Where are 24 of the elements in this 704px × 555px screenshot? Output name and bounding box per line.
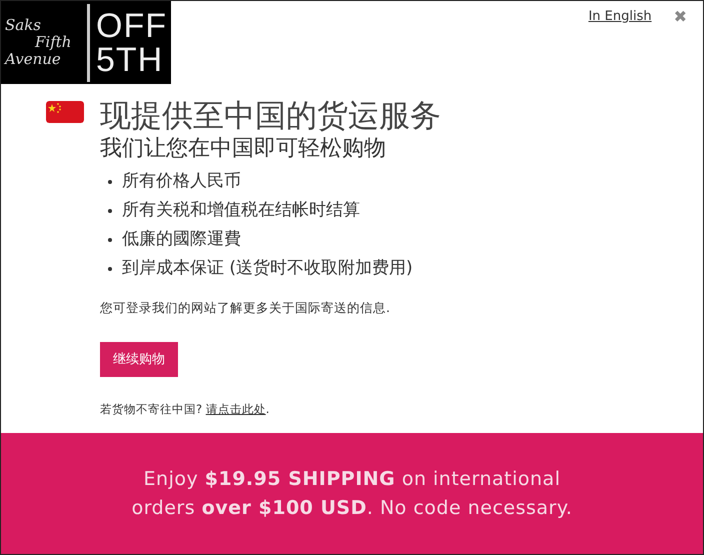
logo-text: Saks	[5, 17, 42, 34]
close-button[interactable]: ✖	[674, 8, 687, 25]
title: 现提供至中国的货运服务	[100, 97, 441, 135]
bullet-icon	[108, 208, 112, 212]
bullet-icon	[108, 180, 112, 184]
logo-text: OFF	[96, 8, 167, 42]
bullet-icon	[108, 238, 112, 242]
click-here-link[interactable]: 请点击此处	[206, 402, 266, 416]
feature-item: 所有关税和增值税在结帐时结算	[122, 199, 360, 222]
continue-shopping-button[interactable]: 继续购物	[100, 342, 178, 378]
logo-text: Avenue	[5, 51, 61, 68]
logo-text: 5TH	[96, 42, 164, 76]
bullet-icon	[108, 266, 112, 270]
feature-item: 低廉的國際運費	[122, 228, 241, 251]
language-link[interactable]: In English	[588, 7, 652, 26]
footer-text: 若货物不寄往中国? 请点击此处.	[100, 401, 270, 418]
feature-item: 到岸成本保证 (送货时不收取附加费用)	[122, 257, 413, 280]
banner-text: Enjoy $19.95 SHIPPING on international	[144, 466, 560, 492]
subtitle: 我们让您在中国即可轻松购物	[100, 135, 387, 163]
info-text: 您可登录我们的网站了解更多关于国际寄送的信息.	[100, 299, 391, 317]
flag-icon	[46, 101, 84, 123]
banner-text: orders over $100 USD. No code necessary.	[132, 496, 572, 520]
logo-text: Fifth	[34, 34, 72, 51]
feature-item: 所有价格人民币	[122, 170, 241, 193]
